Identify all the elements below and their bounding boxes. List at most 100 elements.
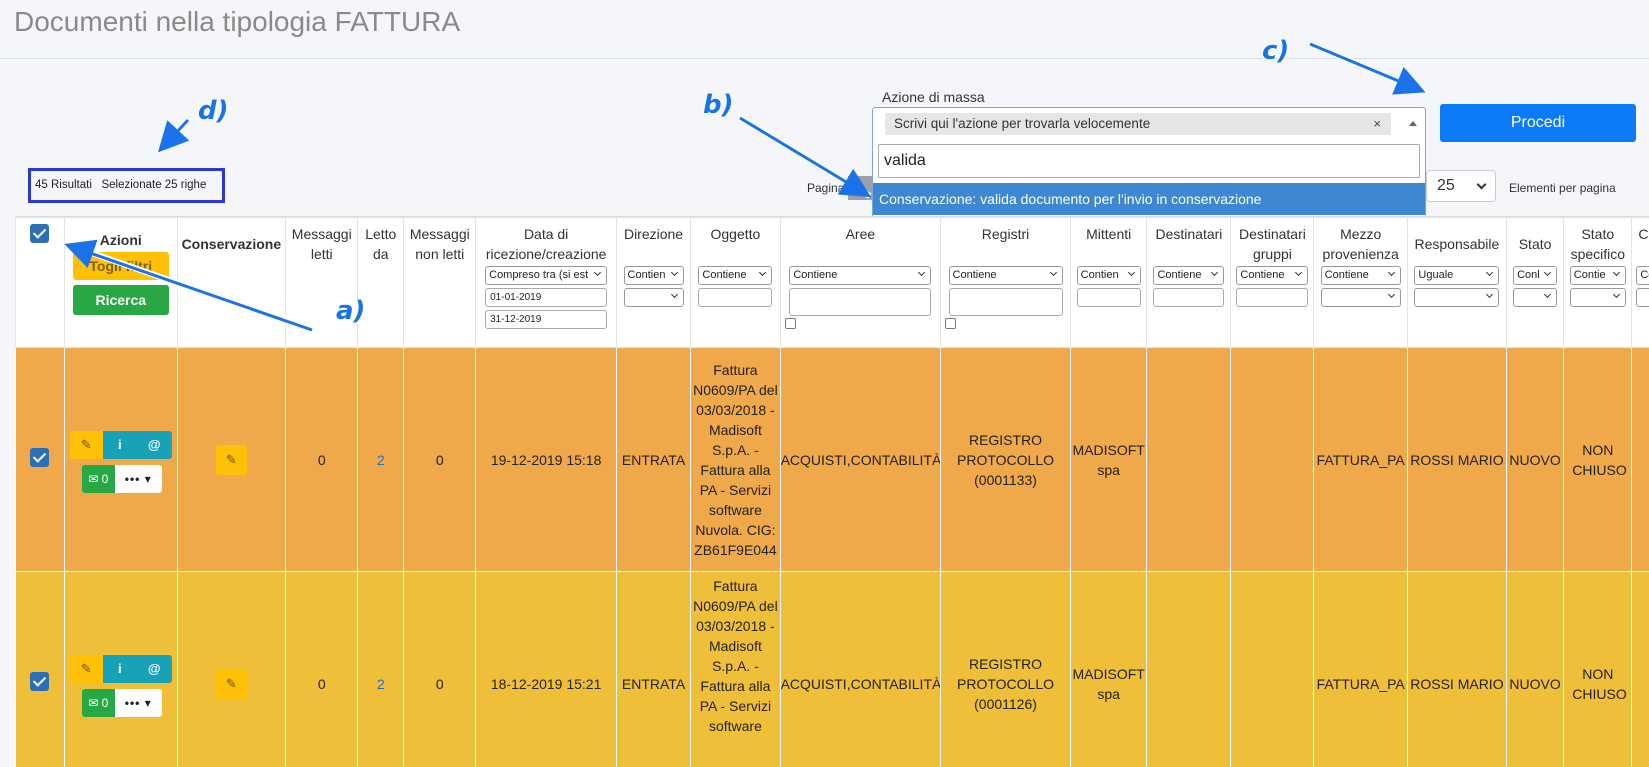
stato-specifico-filter-select[interactable]: Contie: [1569, 266, 1626, 285]
cell-aree: ACQUISTI,CONTABILITÀ: [779, 347, 942, 572]
pagination-label: Pagina: [807, 181, 845, 195]
caret-up-icon[interactable]: [1409, 121, 1417, 126]
cell-data: 18-12-2019 15:21: [475, 571, 617, 767]
destinatari-filter-select[interactable]: Contiene: [1153, 266, 1225, 285]
mail-count: 0: [101, 696, 109, 710]
header-destinatari-gruppi: Destinatari gruppi Contiene: [1230, 217, 1315, 348]
more-actions-button[interactable]: ••• ▾: [114, 689, 162, 717]
select-all-checkbox[interactable]: [30, 224, 50, 243]
more-icon: ••• ▾: [124, 472, 152, 486]
mittenti-filter-select[interactable]: Contien: [1076, 266, 1141, 285]
row-checkbox[interactable]: [30, 671, 50, 691]
mass-action-select[interactable]: Scrivi qui l'azione per trovarla velocem…: [872, 107, 1426, 139]
info-icon[interactable]: i: [102, 431, 137, 459]
at-icon[interactable]: @: [136, 431, 172, 459]
responsabile-filter-select[interactable]: Uguale: [1414, 266, 1500, 285]
extra-filter-select[interactable]: Con: [1636, 266, 1649, 285]
registri-filter-select[interactable]: Contiene: [948, 266, 1063, 285]
oggetto-filter-input[interactable]: [698, 288, 773, 307]
header-stato-specifico: Stato specifico Contie: [1563, 217, 1633, 348]
extra-value-select[interactable]: [1636, 288, 1649, 307]
cell-oggetto: Fattura N0609/PA del 03/03/2018 - Madiso…: [690, 347, 781, 572]
header-stato-specifico-label: Stato specifico: [1570, 226, 1626, 262]
oggetto-filter-select[interactable]: Contiene: [698, 266, 773, 285]
header-messaggi-letti: Messaggi letti: [285, 217, 359, 348]
cell-letto-da: 2: [357, 571, 405, 767]
header-destinatari: Destinatari Contiene: [1146, 217, 1232, 348]
mass-action-option[interactable]: Conservazione: valida documento per l'in…: [873, 183, 1425, 215]
stato-value-select[interactable]: [1513, 288, 1558, 307]
mail-count: 0: [101, 472, 109, 486]
destinatari-gruppi-filter-select[interactable]: Contiene: [1236, 266, 1309, 285]
mass-action-dropdown: valida Conservazione: valida documento p…: [872, 139, 1426, 217]
cell-messaggi-letti: 0: [285, 571, 359, 767]
at-icon[interactable]: @: [136, 655, 172, 683]
chevron-down-icon: [670, 268, 678, 277]
registri-filter-multiselect[interactable]: [948, 288, 1063, 316]
row-checkbox[interactable]: [30, 447, 50, 467]
letto-da-link[interactable]: 2: [377, 676, 385, 692]
responsabile-value-select[interactable]: [1414, 288, 1500, 307]
header-extra-label: C pro: [1638, 226, 1649, 242]
mezzo-filter-select[interactable]: Contiene: [1320, 266, 1401, 285]
registri-filter-checkbox[interactable]: [945, 318, 957, 329]
annotation-c: c): [1262, 36, 1290, 66]
data-to-input[interactable]: 31-12-2019: [485, 310, 608, 329]
aree-filter-checkbox[interactable]: [784, 318, 796, 329]
destinatari-gruppi-filter-input[interactable]: [1236, 288, 1309, 307]
stato-specifico-value-select[interactable]: [1569, 288, 1626, 307]
data-from-input[interactable]: 01-01-2019: [485, 288, 608, 307]
destinatari-filter-input[interactable]: [1153, 288, 1225, 307]
procedi-button[interactable]: Procedi: [1440, 104, 1636, 142]
stato-filter-select[interactable]: Conl: [1513, 266, 1558, 285]
header-azioni-label: Azioni: [99, 232, 142, 248]
aree-filter-multiselect[interactable]: [789, 288, 932, 316]
header-oggetto: Oggetto Contiene: [690, 217, 781, 348]
annotation-a: a): [336, 296, 366, 326]
cell-destinatari-gruppi: [1230, 571, 1315, 767]
per-page-label: Elementi per pagina: [1509, 181, 1616, 195]
mezzo-filter-value: Contiene: [1324, 269, 1369, 281]
table-row[interactable]: ✎ i @ ✉ 0 ••• ▾ ✎ 0 2 0 18-12-2019 15:21…: [15, 571, 1649, 767]
chevron-down-icon: [1476, 179, 1487, 190]
ricerca-button[interactable]: Ricerca: [72, 285, 169, 315]
per-page-select[interactable]: 25: [1426, 170, 1496, 202]
pagination-button[interactable]: [848, 176, 872, 200]
direzione-filter-select[interactable]: Contien: [623, 266, 684, 285]
clear-icon[interactable]: ×: [1373, 113, 1381, 135]
direzione-value-select[interactable]: [623, 288, 684, 307]
stato-specifico-filter-value: Contie: [1573, 269, 1606, 281]
letto-da-link[interactable]: 2: [377, 452, 385, 468]
cell-destinatari: [1146, 347, 1232, 572]
info-icon[interactable]: i: [102, 655, 137, 683]
messages-button[interactable]: ✉ 0: [81, 465, 115, 493]
edit-icon[interactable]: ✎: [69, 655, 103, 683]
mass-action-search-input[interactable]: valida: [878, 144, 1420, 178]
aree-filter-select[interactable]: Contiene: [789, 266, 932, 285]
more-actions-button[interactable]: ••• ▾: [114, 465, 162, 493]
table-row[interactable]: ✎ i @ ✉ 0 ••• ▾ ✎ 0 2 0 19-12-2019 15:18…: [15, 347, 1649, 572]
cell-stato-specifico: NON CHIUSO: [1563, 347, 1633, 572]
results-summary: 45 Risultati Selezionate 25 righe: [28, 168, 225, 203]
header-responsabile-label: Responsabile: [1414, 236, 1500, 252]
data-filter-mode-select[interactable]: Compreso tra (si est: [485, 266, 608, 285]
header-aree: Aree Contiene: [779, 217, 942, 348]
mittenti-filter-input[interactable]: [1076, 288, 1141, 307]
chevron-down-icon: [1486, 290, 1494, 299]
conservazione-edit-icon[interactable]: ✎: [215, 444, 247, 475]
chevron-down-icon: [1387, 290, 1395, 299]
messages-button[interactable]: ✉ 0: [81, 689, 115, 717]
cell-mezzo: FATTURA_PA: [1313, 347, 1408, 572]
chevron-down-icon: [1612, 268, 1620, 277]
togli-filtri-button[interactable]: Togli filtri: [72, 252, 169, 280]
arrow-c: [1308, 41, 1426, 95]
conservazione-edit-icon[interactable]: ✎: [215, 668, 247, 699]
arrow-d: [157, 117, 191, 153]
edit-icon[interactable]: ✎: [69, 431, 103, 459]
documents-table: Azioni Togli filtri Ricerca Conservazion…: [15, 216, 1649, 767]
header-responsabile: Responsabile Uguale: [1406, 217, 1507, 348]
header-aree-label: Aree: [845, 226, 876, 242]
mezzo-value-select[interactable]: [1320, 288, 1401, 307]
mittenti-filter-value: Contien: [1080, 269, 1119, 281]
header-data: Data di ricezione/creazione Compreso tra…: [475, 217, 617, 348]
